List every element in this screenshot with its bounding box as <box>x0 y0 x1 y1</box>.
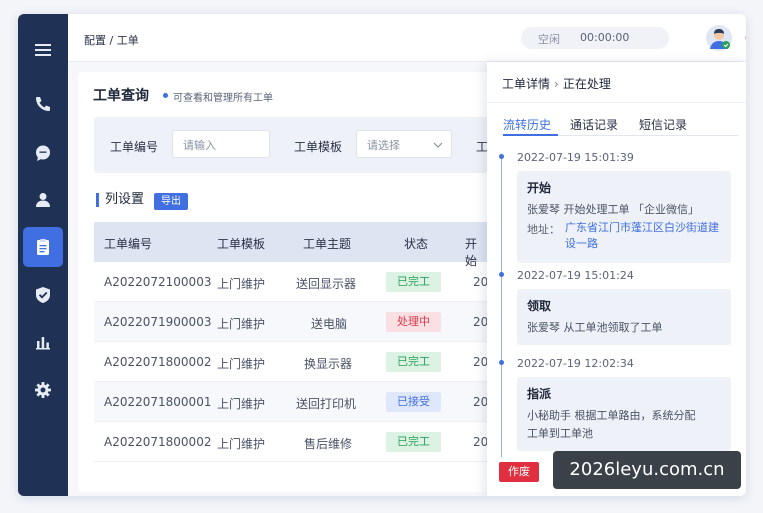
table-row[interactable]: A2022071900003 上门维护 送电脑 处理中 20 <box>94 302 488 342</box>
cell-template: 上门维护 <box>217 317 266 331</box>
timeline-event-card: 开始 张爱琴 开始处理工单 「企业微信」 地址： 广东省江门市蓬江区白沙街道建设… <box>517 171 731 263</box>
status-badge: 已完工 <box>386 352 441 372</box>
cell-ticket-no: A2022071800002 <box>104 435 212 449</box>
cell-ticket-no: A2022071800001 <box>104 395 212 409</box>
tab-flow-history[interactable]: 流转历史 <box>503 116 551 133</box>
template-select-placeholder: 请选择 <box>367 139 400 152</box>
table-header: 工单编号 工单模板 工单主题 状态 开始 <box>94 222 488 268</box>
col-ticket-no[interactable]: 工单编号 <box>104 235 152 252</box>
status-badge: 已接受 <box>386 392 441 412</box>
divider <box>487 102 746 103</box>
bar-chart-icon[interactable] <box>23 322 63 362</box>
status-badge: 已完工 <box>386 432 441 452</box>
watermark: 2026leyu.com.cn <box>553 451 741 489</box>
timeline-dot <box>499 272 504 277</box>
cell-subject: 送电脑 <box>311 317 348 331</box>
cell-subject: 换显示器 <box>304 357 353 371</box>
cell-ticket-no: A2022071800002 <box>104 355 212 369</box>
menu-icon[interactable] <box>23 30 63 70</box>
user-icon[interactable] <box>23 180 63 220</box>
timeline-dot <box>499 360 504 365</box>
detail-header: 工单详情 › 正在处理 <box>502 75 611 92</box>
event-time: 2022-07-19 15:01:24 <box>517 269 634 282</box>
cell-start: 20 <box>473 355 489 369</box>
cell-subject: 送回打印机 <box>296 397 357 411</box>
breadcrumb[interactable]: 配置 / 工单 <box>84 32 139 48</box>
cell-subject: 送回显示器 <box>296 277 357 291</box>
cell-start: 20 <box>473 315 489 329</box>
ticket-no-label: 工单编号 <box>110 140 159 154</box>
page-subtitle: 可查看和管理所有工单 <box>163 89 273 104</box>
col-template[interactable]: 工单模板 <box>217 235 265 252</box>
event-title: 领取 <box>527 299 552 313</box>
app-window: 配置 / 工单 空闲 00:00:00 工单查询 可查看和管理所有工单 工单编号… <box>18 14 746 496</box>
cell-ticket-no: A2022071900003 <box>104 315 212 329</box>
chat-icon[interactable] <box>23 133 63 173</box>
address-label: 地址： <box>527 223 560 236</box>
ticket-table: 工单编号 工单模板 工单主题 状态 开始 A2022072100003 上门维护… <box>94 222 488 462</box>
gear-icon[interactable] <box>23 370 63 410</box>
cell-template: 上门维护 <box>217 277 266 291</box>
cell-ticket-no: A2022072100003 <box>104 275 212 289</box>
ticket-no-input[interactable]: 请输入 <box>172 130 270 158</box>
ticket-detail-panel: 工单详情 › 正在处理 流转历史 通话记录 短信记录 2022-07-19 15:0… <box>487 62 746 496</box>
timeline-line <box>501 157 502 457</box>
ticket-query-panel: 工单查询 可查看和管理所有工单 工单编号 请输入 工单模板 请选择 工 列设置 … <box>78 72 488 492</box>
cell-template: 上门维护 <box>217 437 266 451</box>
export-button[interactable]: 导出 <box>154 193 188 210</box>
clipboard-icon[interactable] <box>23 227 63 267</box>
cell-subject: 售后维修 <box>304 437 353 451</box>
cell-start: 20 <box>473 435 489 449</box>
avatar[interactable] <box>706 25 732 51</box>
shield-icon[interactable] <box>23 275 63 315</box>
status-badge: 处理中 <box>386 312 441 332</box>
event-title: 开始 <box>527 181 552 195</box>
cell-start: 20 <box>473 395 489 409</box>
cell-start: 20 <box>473 275 489 289</box>
agent-status-pill[interactable]: 空闲 00:00:00 <box>521 27 669 49</box>
template-label: 工单模板 <box>294 140 343 154</box>
timeline-event-card: 领取 张爱琴 从工单池领取了工单 <box>517 289 731 345</box>
agent-status: 空闲 <box>538 33 560 46</box>
event-description-cont: 工单到工单池 <box>527 427 593 440</box>
tab-sms-records[interactable]: 短信记录 <box>639 116 687 133</box>
event-time: 2022-07-19 15:01:39 <box>517 151 634 164</box>
status-timer: 00:00:00 <box>580 31 630 44</box>
page-title: 工单查询 <box>93 88 149 104</box>
detail-state: 正在处理 <box>562 77 611 91</box>
table-row[interactable]: A2022072100003 上门维护 送回显示器 已完工 20 <box>94 262 488 302</box>
chevron-down-icon <box>433 140 443 150</box>
detail-title: 工单详情 <box>502 77 551 91</box>
cell-template: 上门维护 <box>217 357 266 371</box>
active-tab-indicator <box>503 134 558 136</box>
tab-call-records[interactable]: 通话记录 <box>570 116 618 133</box>
table-row[interactable]: A2022071800002 上门维护 换显示器 已完工 20 <box>94 342 488 382</box>
template-select[interactable]: 请选择 <box>356 130 452 158</box>
table-row[interactable]: A2022071800002 上门维护 售后维修 已完工 20 <box>94 422 488 462</box>
timeline-dot <box>499 154 504 159</box>
timeline-event-card: 指派 小秘助手 根据工单路由，系统分配 工单到工单池 <box>517 377 731 451</box>
cell-template: 上门维护 <box>217 397 266 411</box>
col-subject[interactable]: 工单主题 <box>303 235 351 252</box>
status-badge: 已完工 <box>386 272 441 292</box>
top-bar: 配置 / 工单 空闲 00:00:00 <box>68 14 746 62</box>
filter-bar: 工单编号 请输入 工单模板 请选择 工 <box>94 117 488 173</box>
event-time: 2022-07-19 12:02:34 <box>517 357 634 370</box>
detail-tabs: 流转历史 通话记录 短信记录 <box>503 114 739 136</box>
table-row[interactable]: A2022071800001 上门维护 送回打印机 已接受 20 <box>94 382 488 422</box>
address-link[interactable]: 广东省江门市蓬江区白沙街道建设一路 <box>565 220 725 252</box>
col-status[interactable]: 状态 <box>404 235 428 252</box>
event-title: 指派 <box>527 387 552 401</box>
phone-icon[interactable] <box>23 84 63 124</box>
column-settings[interactable]: 列设置 <box>96 193 144 207</box>
power-icon[interactable] <box>744 30 746 45</box>
void-button[interactable]: 作废 <box>499 462 539 482</box>
chevron-right-icon: › <box>554 77 559 91</box>
event-description: 张爱琴 开始处理工单 「企业微信」 <box>527 203 699 216</box>
event-description: 张爱琴 从工单池领取了工单 <box>527 321 663 334</box>
event-description: 小秘助手 根据工单路由，系统分配 <box>527 409 696 422</box>
sidebar <box>18 14 68 496</box>
